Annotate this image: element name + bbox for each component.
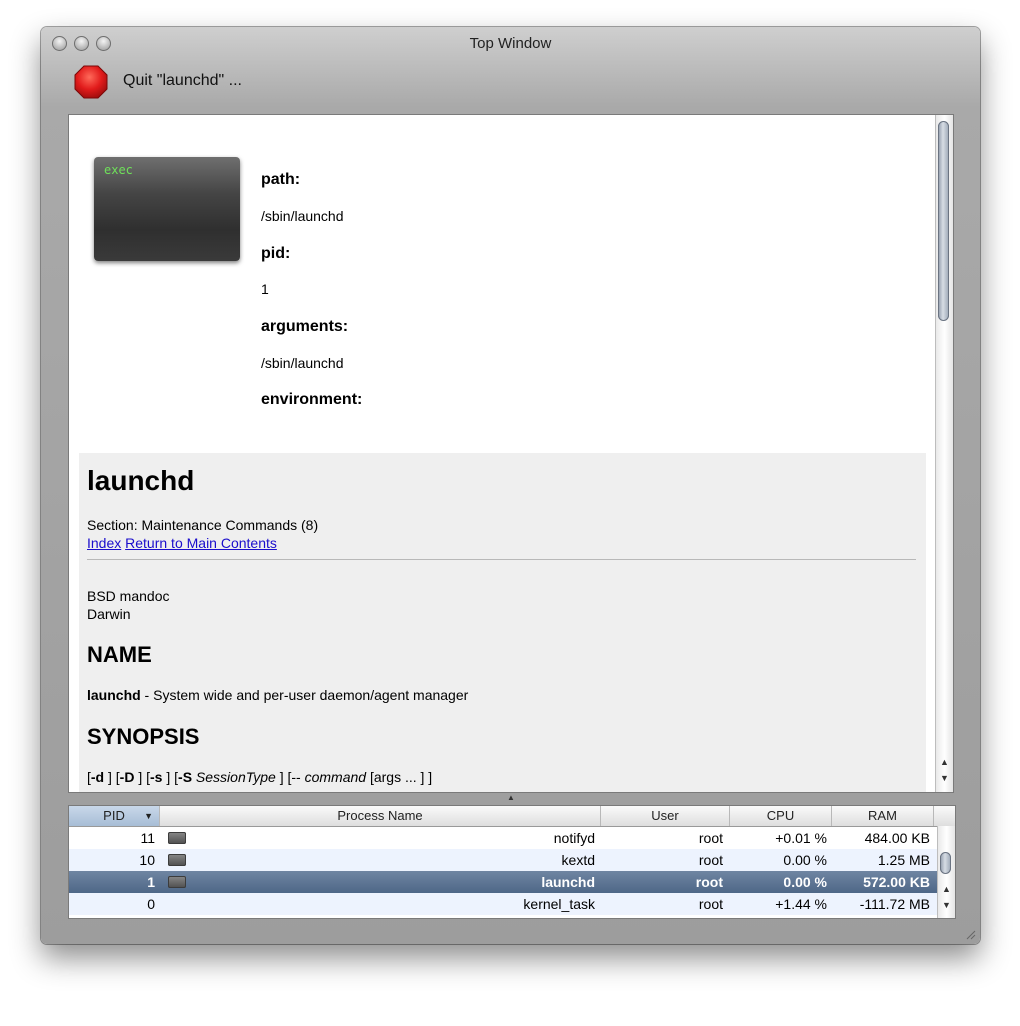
- syn-args: [args ... ] ]: [366, 769, 433, 785]
- syn-part: ] [: [162, 769, 179, 785]
- window-title: Top Window: [469, 35, 552, 52]
- name-desc-text: - System wide and per-user daemon/agent …: [140, 687, 469, 703]
- ram-cell: 1.25 MB: [877, 852, 930, 868]
- man-page-title: launchd: [87, 465, 195, 496]
- name-command: launchd: [87, 687, 141, 703]
- syn-flag-s: -s: [150, 769, 163, 785]
- column-header-pid[interactable]: PID ▼: [69, 806, 160, 826]
- process-icon: [168, 854, 186, 866]
- pid-cell: 11: [140, 830, 155, 846]
- user-cell: root: [698, 830, 723, 846]
- process-icon: [168, 876, 186, 888]
- name-description: launchd - System wide and per-user daemo…: [87, 687, 468, 703]
- man-links: Index Return to Main Contents: [87, 535, 277, 551]
- table-scrollbar[interactable]: ▲ ▼: [937, 826, 955, 918]
- syn-part: ] [: [104, 769, 120, 785]
- syn-flag-S: -S: [178, 769, 193, 785]
- synopsis-heading: SYNOPSIS: [87, 724, 200, 749]
- detail-scrollbar[interactable]: ▲ ▼: [935, 115, 953, 792]
- process-name-cell: notifyd: [553, 830, 595, 846]
- scroll-up-arrow-icon[interactable]: ▲: [938, 882, 955, 896]
- scroll-thumb[interactable]: [938, 121, 949, 321]
- syn-part: ] [: [134, 769, 151, 785]
- ram-cell: 484.00 KB: [864, 830, 930, 846]
- scroll-up-arrow-icon[interactable]: ▲: [936, 755, 953, 769]
- path-label: path:: [261, 171, 301, 188]
- pid-cell: 1: [147, 874, 155, 890]
- man-section: Section: Maintenance Commands (8): [87, 517, 319, 533]
- top-window: Top Window Quit "launchd" ... exec path:…: [41, 27, 980, 944]
- ram-cell: -111.72 MB: [859, 896, 930, 912]
- user-cell: root: [698, 896, 723, 912]
- pid-cell: 10: [139, 852, 155, 868]
- scroll-down-arrow-icon[interactable]: ▼: [936, 771, 953, 785]
- toolbar: Quit "launchd" ...: [41, 61, 980, 111]
- process-name-cell: kextd: [561, 852, 595, 868]
- index-link[interactable]: Index: [87, 535, 121, 551]
- process-name-cell: launchd: [541, 874, 595, 890]
- pid-value: 1: [261, 281, 269, 297]
- ram-cell: 572.00 KB: [863, 874, 930, 890]
- cpu-cell: 0.00 %: [783, 874, 827, 890]
- split-view-handle[interactable]: ▲: [68, 792, 954, 804]
- pid-label: pid:: [261, 245, 291, 262]
- exec-icon: exec: [94, 157, 240, 261]
- column-header-user[interactable]: User: [601, 806, 730, 826]
- syn-sessiontype: SessionType: [192, 769, 276, 785]
- cpu-cell: +1.44 %: [775, 896, 827, 912]
- table-row[interactable]: 0 kernel_task root +1.44 % -111.72 MB: [69, 893, 938, 915]
- resize-grip-icon[interactable]: [964, 928, 976, 940]
- table-row-selected[interactable]: 1 launchd root 0.00 % 572.00 KB: [69, 871, 938, 893]
- path-value: /sbin/launchd: [261, 208, 344, 224]
- title-bar[interactable]: Top Window: [41, 27, 980, 61]
- syn-flag-D: -D: [119, 769, 135, 785]
- pid-cell: 0: [147, 896, 155, 912]
- exec-icon-label: exec: [104, 163, 133, 177]
- table-row[interactable]: 11 notifyd root +0.01 % 484.00 KB: [69, 827, 938, 849]
- process-name-cell: kernel_task: [523, 896, 595, 912]
- scroll-down-arrow-icon[interactable]: ▼: [938, 898, 955, 912]
- syn-command: command: [304, 769, 367, 785]
- environment-label: environment:: [261, 391, 363, 408]
- divider: [87, 559, 916, 560]
- arguments-label: arguments:: [261, 318, 349, 335]
- user-cell: root: [695, 874, 723, 890]
- stop-sign-icon[interactable]: [74, 65, 108, 99]
- return-to-main-contents-link[interactable]: Return to Main Contents: [125, 535, 277, 551]
- synopsis-line: [-d ] [-D ] [-s ] [-S SessionType ] [-- …: [87, 769, 432, 785]
- process-detail-panel: exec path: /sbin/launchd pid: 1 argument…: [68, 114, 954, 793]
- cpu-cell: +0.01 %: [775, 830, 827, 846]
- column-header-cpu[interactable]: CPU: [730, 806, 832, 826]
- man-line-darwin: Darwin: [87, 606, 131, 622]
- man-line-bsd: BSD mandoc: [87, 588, 170, 604]
- sort-descending-icon: ▼: [144, 811, 153, 821]
- column-header-process-name[interactable]: Process Name: [160, 806, 601, 826]
- cpu-cell: 0.00 %: [783, 852, 827, 868]
- process-icon: [168, 832, 186, 844]
- name-heading: NAME: [87, 642, 152, 667]
- process-table: PID ▼ Process Name User CPU RAM 11 notif…: [68, 805, 956, 919]
- man-page: launchd Section: Maintenance Commands (8…: [79, 453, 926, 792]
- table-scroll-thumb[interactable]: [940, 852, 951, 874]
- table-row[interactable]: 10 kextd root 0.00 % 1.25 MB: [69, 849, 938, 871]
- arguments-value: /sbin/launchd: [261, 355, 344, 371]
- user-cell: root: [698, 852, 723, 868]
- syn-flag-d: -d: [90, 769, 105, 785]
- quit-process-label[interactable]: Quit "launchd" ...: [123, 72, 242, 90]
- syn-part: ] [--: [275, 769, 305, 785]
- table-header: PID ▼ Process Name User CPU RAM: [69, 806, 955, 827]
- column-header-ram[interactable]: RAM: [832, 806, 934, 826]
